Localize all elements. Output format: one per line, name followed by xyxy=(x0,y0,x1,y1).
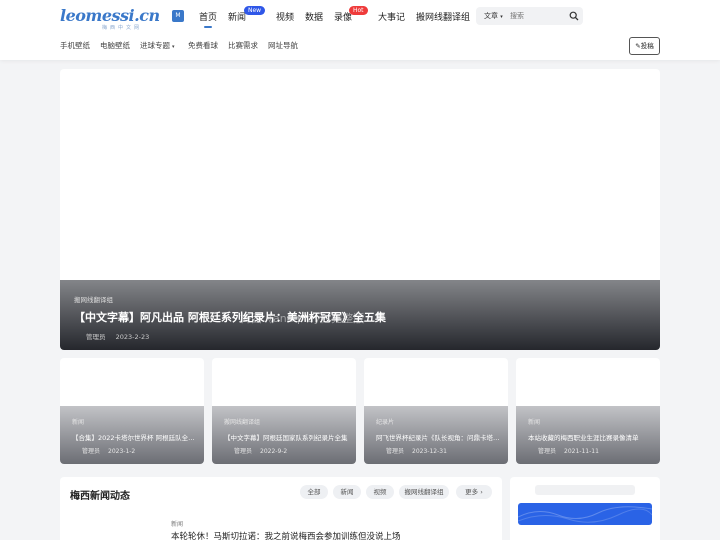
subnav-site-nav[interactable]: 网址导航 xyxy=(268,40,298,51)
nav-home[interactable]: 首页 xyxy=(199,10,217,28)
sub-nav: 手机壁纸 电脑壁纸 进球专题 ▾ 免费看球 比赛需求 网址导航 xyxy=(0,40,720,54)
hero-title[interactable]: 【中文字幕】阿凡出品 阿根廷系列纪录片：美洲杯冠军》全五集 xyxy=(74,309,386,325)
subnav-match-request[interactable]: 比赛需求 xyxy=(228,40,258,51)
card-meta: 管理员 2021-11-11 xyxy=(538,448,599,455)
tab-more[interactable]: 更多 › xyxy=(456,485,492,499)
banner-pattern-icon xyxy=(518,506,652,523)
tab-translation[interactable]: 搬网线翻译组 xyxy=(399,485,449,499)
tab-video[interactable]: 视频 xyxy=(366,485,394,499)
news-item-category[interactable]: 新闻 xyxy=(171,519,183,528)
card-category[interactable]: 新闻 xyxy=(72,417,84,426)
card-title[interactable]: 【合集】2022卡塔尔世界杯 阿根廷队全部比赛集锦 xyxy=(72,432,200,442)
card-meta: 管理员 2023-12-31 xyxy=(386,448,447,455)
search-icon[interactable] xyxy=(569,11,579,21)
subnav-goals[interactable]: 进球专题 ▾ xyxy=(140,40,175,51)
tab-all[interactable]: 全部 xyxy=(300,485,328,499)
card-meta: 管理员 2022-9-2 xyxy=(234,448,288,455)
subnav-phone-wallpaper[interactable]: 手机壁纸 xyxy=(60,40,90,51)
nav-video[interactable]: 视频 xyxy=(276,10,294,23)
hero-category[interactable]: 搬网线翻译组 xyxy=(74,294,113,304)
nav-translation-group[interactable]: 搬网线翻译组 xyxy=(416,10,470,23)
feature-card[interactable]: 搬网线翻译组 【中文字幕】阿根廷国家队系列纪录片全集 管理员 2022-9-2 xyxy=(212,358,356,464)
hot-badge: Hot xyxy=(349,6,368,15)
news-item-title[interactable]: 本轮轮休！马斯切拉诺：我之前说梅西会参加训练但没说上场 xyxy=(171,530,401,540)
tab-news[interactable]: 新闻 xyxy=(333,485,361,499)
logo-badge-icon: M xyxy=(172,10,184,22)
chevron-down-icon: ▾ xyxy=(172,44,175,50)
post-button[interactable]: ✎投稿 xyxy=(629,37,660,55)
card-category[interactable]: 新闻 xyxy=(528,417,540,426)
feature-card[interactable]: 新闻 本站收藏的梅西职业生涯比赛录像清单 管理员 2021-11-11 xyxy=(516,358,660,464)
nav-data[interactable]: 数据 xyxy=(305,10,323,23)
feature-card[interactable]: 新闻 【合集】2022卡塔尔世界杯 阿根廷队全部比赛集锦 管理员2023-1-2 xyxy=(60,358,204,464)
nav-timeline[interactable]: 大事记 xyxy=(378,10,405,23)
search-input[interactable] xyxy=(510,9,566,23)
section-title: 梅西新闻动态 xyxy=(70,491,130,502)
search-type-select[interactable]: 文章 ▾ xyxy=(484,11,503,21)
sidebar-banner[interactable] xyxy=(518,503,652,525)
feature-card[interactable]: 纪录片 阿飞世界杯纪录片《队长视角：问鼎卡塔尔》 管理员 2023-12-31 xyxy=(364,358,508,464)
sidebar-widget xyxy=(510,477,660,540)
card-title[interactable]: 阿飞世界杯纪录片《队长视角：问鼎卡塔尔》 xyxy=(376,432,504,442)
hero-date: 2023-2-23 xyxy=(115,333,150,341)
site-header: leomessi.cn 梅西中文网 M 首页 新闻 New 视频 数据 录像 H… xyxy=(0,0,720,60)
chevron-right-icon: › xyxy=(480,488,483,496)
search-box: 文章 ▾ xyxy=(476,7,583,25)
hero-meta: 管理员 2023-2-23 xyxy=(86,331,157,341)
card-category[interactable]: 纪录片 xyxy=(376,417,394,426)
card-meta: 管理员 2023-1-2 xyxy=(82,448,136,455)
card-title[interactable]: 【中文字幕】阿根廷国家队系列纪录片全集 xyxy=(224,432,352,442)
hero-author: 管理员 xyxy=(86,333,106,341)
card-category[interactable]: 搬网线翻译组 xyxy=(224,417,260,426)
logo-subtitle: 梅西中文网 xyxy=(102,25,143,31)
news-section: 梅西新闻动态 全部 新闻 视频 搬网线翻译组 更多 › 新闻 本轮轮休！马斯切拉… xyxy=(60,477,502,540)
site-logo[interactable]: leomessi.cn 梅西中文网 M xyxy=(60,6,184,31)
subnav-free-watch[interactable]: 免费看球 xyxy=(188,40,218,51)
card-title[interactable]: 本站收藏的梅西职业生涯比赛录像清单 xyxy=(528,432,656,442)
subnav-pc-wallpaper[interactable]: 电脑壁纸 xyxy=(100,40,130,51)
logo-text: leomessi.cn xyxy=(60,6,160,25)
hero-slide[interactable]: 搬网线翻译组 梅西《ana play》完整版 【中文字幕】阿凡出品 阿根廷系列纪… xyxy=(60,69,660,350)
new-badge: New xyxy=(244,6,266,15)
sidebar-placeholder xyxy=(535,485,635,495)
